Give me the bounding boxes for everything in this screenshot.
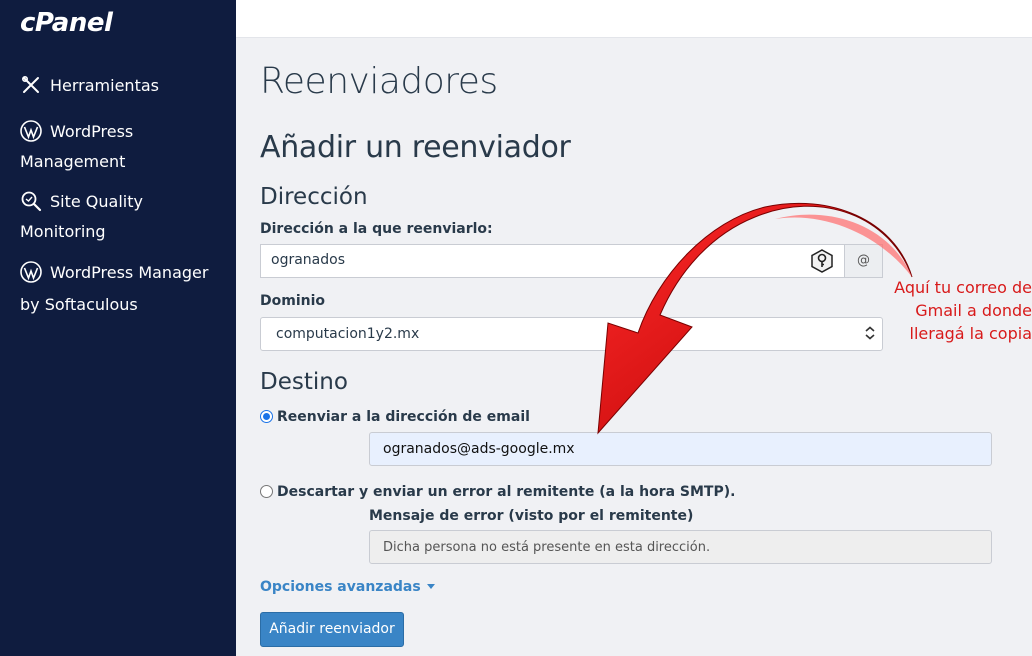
forward-radio[interactable] [260, 410, 273, 423]
wordpress-icon [20, 261, 42, 283]
sidebar-item-label: WordPress Manager by Softaculous [20, 263, 209, 314]
sidebar: cPanel Herramientas WordPress Management… [0, 0, 236, 656]
cpanel-logo[interactable]: cPanel [20, 8, 113, 38]
sidebar-item-label: Herramientas [50, 76, 159, 95]
annotation-line: lleragá la copia [909, 324, 1032, 343]
page-title: Reenviadores [260, 61, 498, 102]
red-arrow-icon [597, 202, 913, 435]
section-title: Añadir un reenviador [260, 130, 571, 165]
advanced-options-label: Opciones avanzadas [260, 579, 421, 595]
tools-icon [21, 75, 39, 93]
wordpress-icon [20, 120, 42, 142]
address-heading: Dirección [260, 184, 368, 210]
discard-radio[interactable] [260, 485, 273, 498]
caret-down-icon [426, 584, 435, 589]
sidebar-item-site-quality-monitoring[interactable]: Site Quality Monitoring [20, 187, 225, 247]
error-message-input[interactable]: Dicha persona no está presente en esta d… [369, 530, 992, 564]
annotation-line: Aquí tu correo de [894, 278, 1032, 297]
add-forwarder-button[interactable]: Añadir reenviador [260, 612, 404, 647]
sidebar-item-wordpress-management[interactable]: WordPress Management [20, 117, 225, 177]
annotation-line: Gmail a donde [915, 301, 1032, 320]
advanced-options-toggle[interactable]: Opciones avanzadas [260, 579, 435, 595]
address-label: Dirección a la que reenviarlo: [260, 221, 493, 237]
sidebar-item-herramientas[interactable]: Herramientas [20, 71, 225, 101]
annotation-note: Aquí tu correo de Gmail a donde lleragá … [872, 276, 1032, 345]
error-message-label: Mensaje de error (visto por el remitente… [369, 508, 694, 524]
sidebar-item-wordpress-manager[interactable]: WordPress Manager by Softaculous [20, 257, 225, 321]
magnifier-icon [21, 191, 42, 212]
top-bar [236, 0, 1032, 38]
discard-radio-label[interactable]: Descartar y enviar un error al remitente… [277, 484, 735, 500]
forward-radio-label[interactable]: Reenviar a la dirección de email [277, 409, 530, 425]
domain-label: Dominio [260, 293, 326, 309]
destination-heading: Destino [260, 369, 348, 395]
